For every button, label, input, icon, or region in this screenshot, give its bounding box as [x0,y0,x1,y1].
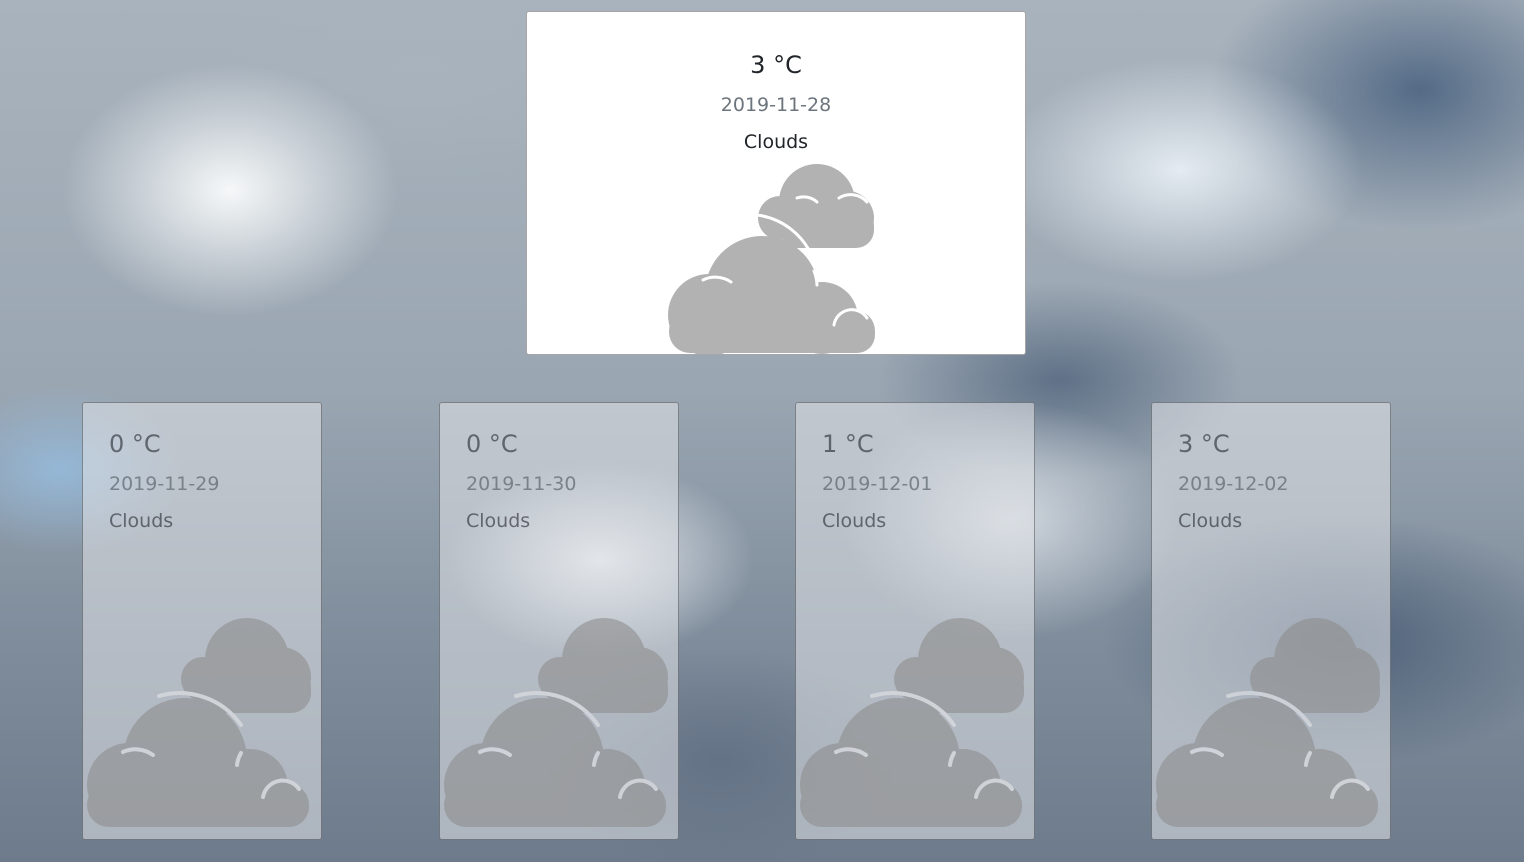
forecast-condition: Clouds [1178,510,1243,532]
current-temperature: 3 °C [750,51,802,79]
forecast-date: 2019-12-01 [822,473,933,495]
forecast-card: 0 °C 2019-11-30 Clouds [439,402,679,840]
forecast-temperature: 1 °C [822,430,874,458]
current-weather-card: 3 °C 2019-11-28 Clouds [526,11,1026,355]
forecast-temperature: 0 °C [466,430,518,458]
forecast-date: 2019-11-30 [466,473,577,495]
current-date: 2019-11-28 [720,94,832,116]
clouds-icon [442,615,678,835]
forecast-card: 1 °C 2019-12-01 Clouds [795,402,1035,840]
forecast-condition: Clouds [466,510,531,532]
forecast-date: 2019-12-02 [1178,473,1289,495]
forecast-temperature: 3 °C [1178,430,1230,458]
clouds-icon [1154,615,1390,835]
forecast-card: 0 °C 2019-11-29 Clouds [82,402,322,840]
clouds-icon [798,615,1034,835]
forecast-card: 3 °C 2019-12-02 Clouds [1151,402,1391,840]
forecast-condition: Clouds [109,510,174,532]
forecast-temperature: 0 °C [109,430,161,458]
clouds-icon [85,615,321,835]
forecast-date: 2019-11-29 [109,473,220,495]
forecast-condition: Clouds [822,510,887,532]
clouds-icon [667,150,887,354]
